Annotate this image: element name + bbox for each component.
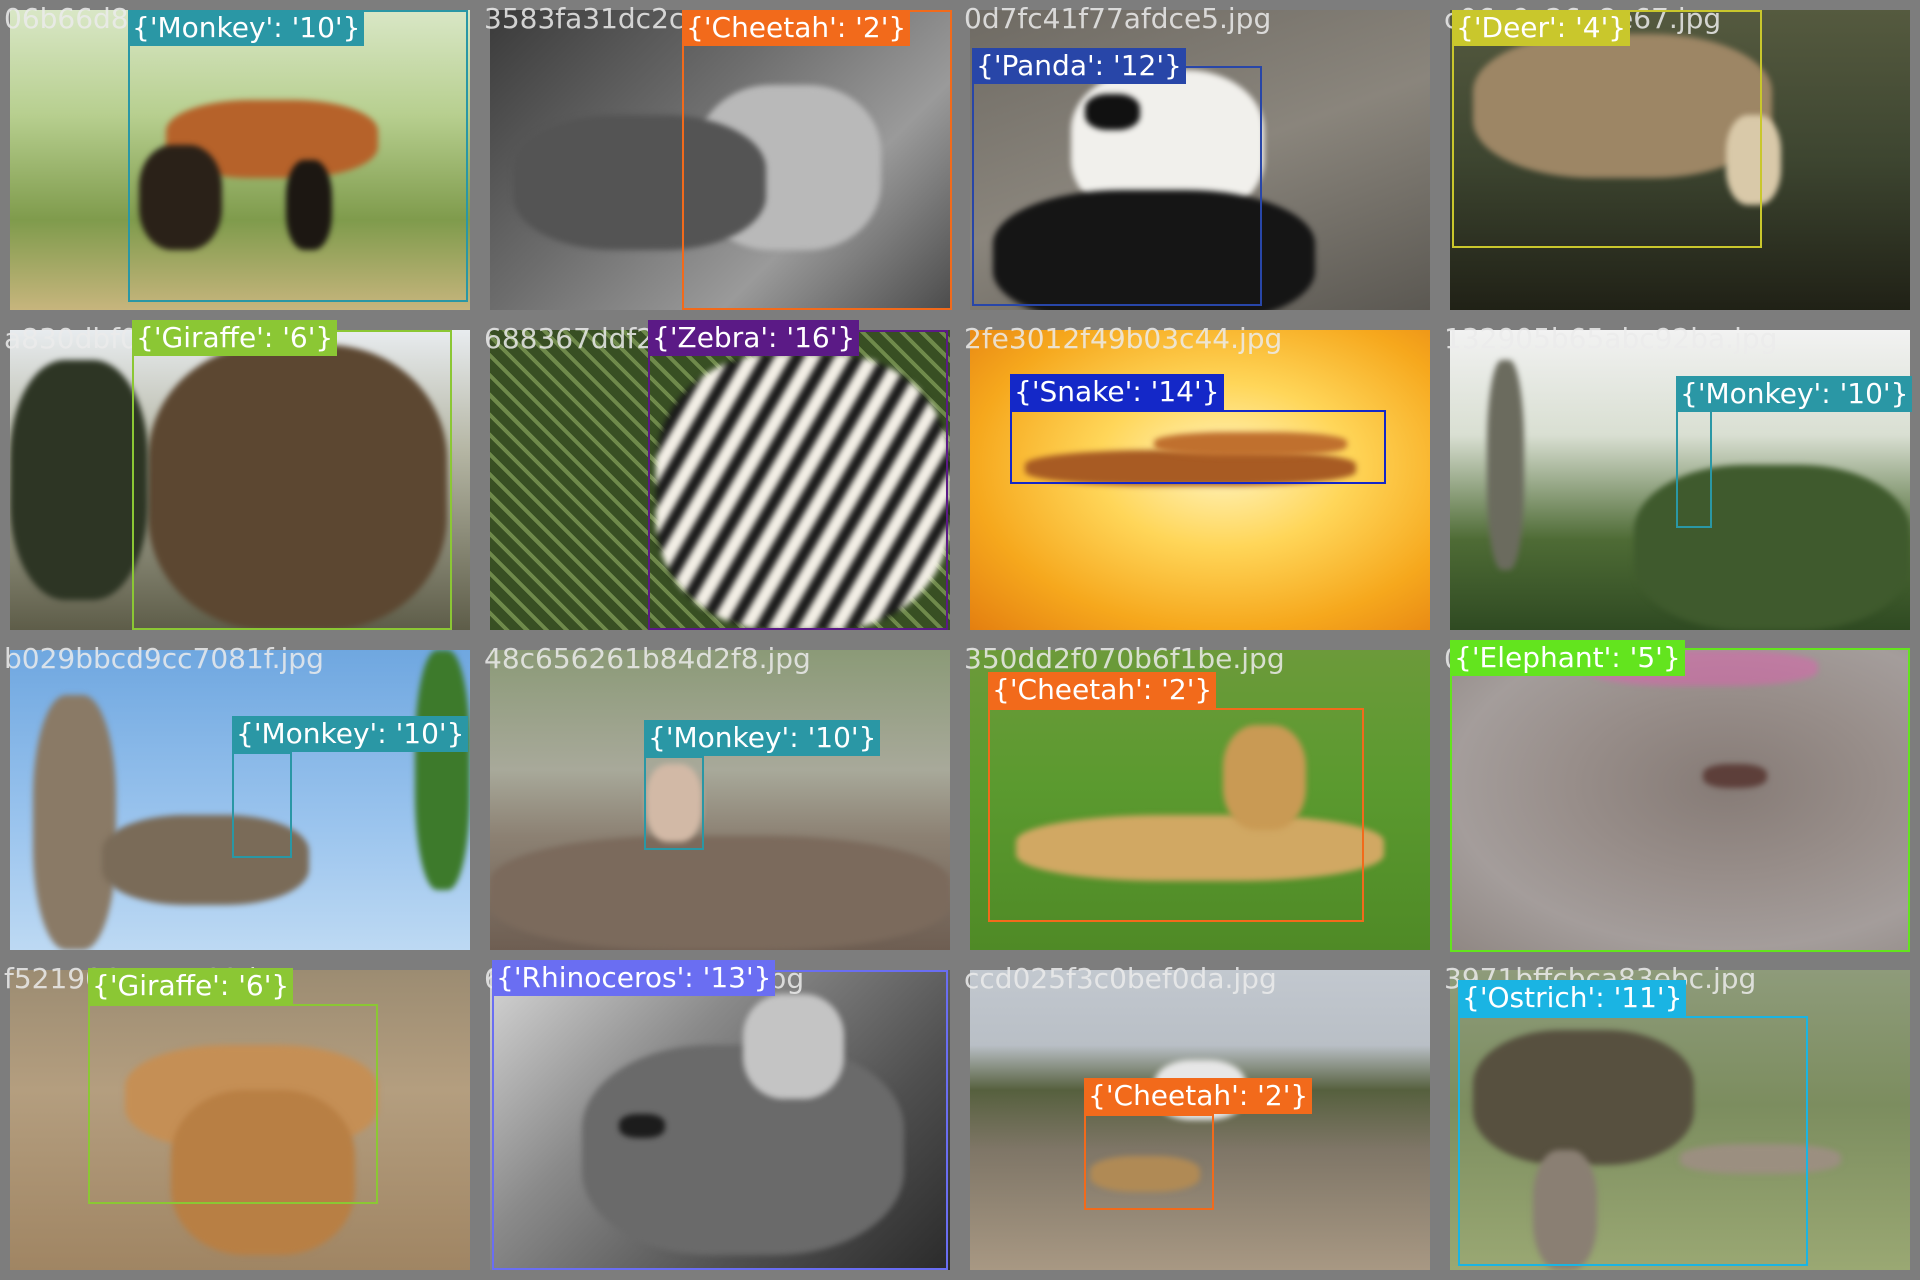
image-filename: b029bbcd9cc7081f.jpg — [4, 642, 324, 675]
image-tile: c06e9c26a8e67.jpg{'Deer': '4'} — [1440, 0, 1920, 320]
bounding-box — [644, 756, 704, 850]
detection-label: {'Deer': '4'} — [1452, 10, 1631, 46]
bounding-box — [648, 330, 948, 630]
image-filename: 06b66d8 — [4, 2, 129, 35]
image-tile: f521906c4c4a82.jpg{'Giraffe': '6'} — [0, 960, 480, 1280]
bounding-box — [988, 708, 1364, 922]
image-tile: 0d1db...1f61.jpg{'Elephant': '5'} — [1440, 640, 1920, 960]
photo-region — [490, 836, 950, 950]
bounding-box — [682, 10, 952, 310]
image-tile: 132905b65abc92ba.jpg {'Monkey': '10'} — [1440, 320, 1920, 640]
detection-label: {'Rhinoceros': '13'} — [492, 960, 776, 996]
bounding-box — [972, 66, 1262, 306]
image-tile: 3971bffcbca83ebc.jpg {'Ostrich': '11'} — [1440, 960, 1920, 1280]
image-tile: ccd025f3c0bef0da.jpg {'Cheetah': '2'} — [960, 960, 1440, 1280]
image-filename: 48c656261b84d2f8.jpg — [484, 642, 811, 675]
image-tile: 683f62f92398ae57.jpg{'Rhinoceros': '13'} — [480, 960, 960, 1280]
detection-label: {'Monkey': '10'} — [128, 10, 365, 46]
bounding-box — [1676, 406, 1712, 528]
detection-label: {'Cheetah': '2'} — [1084, 1078, 1313, 1114]
image-tile: a830dbf04385b821.jpg{'Giraffe': '6'} — [0, 320, 480, 640]
detection-label: {'Giraffe': '6'} — [88, 968, 294, 1004]
image-tile: 350dd2f070b6f1be.jpg {'Cheetah': '2'} — [960, 640, 1440, 960]
bounding-box — [492, 970, 948, 1270]
bounding-box — [132, 330, 452, 630]
photo-region — [1486, 360, 1524, 570]
detection-label: {'Zebra': '16'} — [648, 320, 860, 356]
detection-label: {'Panda': '12'} — [972, 48, 1186, 84]
image-tile: 06b66d8 {'Monkey': '10'} — [0, 0, 480, 320]
bounding-box — [88, 1004, 378, 1204]
detection-mosaic: 06b66d8 {'Monkey': '10'} 3583fa31dc2c {'Che… — [0, 0, 1920, 1280]
bounding-box — [128, 10, 468, 302]
image-tile: b029bbcd9cc7081f.jpg {'Monkey': '10'} — [0, 640, 480, 960]
photo-region — [414, 650, 470, 890]
detection-label: {'Giraffe': '6'} — [132, 320, 338, 356]
detection-label: {'Monkey': '10'} — [1676, 376, 1913, 412]
detection-label: {'Cheetah': '2'} — [682, 10, 911, 46]
detection-label: {'Snake': '14'} — [1010, 374, 1224, 410]
detection-label: {'Cheetah': '2'} — [988, 672, 1217, 708]
photo-region — [10, 360, 148, 600]
image-filename: 132905b65abc92ba.jpg — [1444, 322, 1778, 355]
bounding-box — [232, 752, 292, 858]
image-filename: ccd025f3c0bef0da.jpg — [964, 962, 1277, 995]
photo — [490, 650, 950, 950]
detection-label: {'Ostrich': '11'} — [1458, 980, 1687, 1016]
detection-label: {'Elephant': '5'} — [1450, 640, 1685, 676]
image-tile: 3583fa31dc2c {'Cheetah': '2'} — [480, 0, 960, 320]
bounding-box — [1084, 1114, 1214, 1210]
image-filename: 0d7fc41f77afdce5.jpg — [964, 2, 1272, 35]
image-tile: 688367ddf28403d.jpg {'Zebra': '16'} — [480, 320, 960, 640]
image-filename: 350dd2f070b6f1be.jpg — [964, 642, 1285, 675]
detection-label: {'Monkey': '10'} — [232, 716, 469, 752]
image-tile: 0d7fc41f77afdce5.jpg {'Panda': '12'} — [960, 0, 1440, 320]
detection-label: {'Monkey': '10'} — [644, 720, 881, 756]
bounding-box — [1010, 410, 1386, 484]
bounding-box — [1458, 1016, 1808, 1266]
image-filename: 2fe3012f49b03c44.jpg — [964, 322, 1283, 355]
bounding-box — [1450, 648, 1910, 952]
image-tile: 48c656261b84d2f8.jpg {'Monkey': '10'} — [480, 640, 960, 960]
photo-region — [33, 695, 116, 950]
image-filename: 3583fa31dc2c — [484, 2, 685, 35]
image-tile: 2fe3012f49b03c44.jpg {'Snake': '14'} — [960, 320, 1440, 640]
